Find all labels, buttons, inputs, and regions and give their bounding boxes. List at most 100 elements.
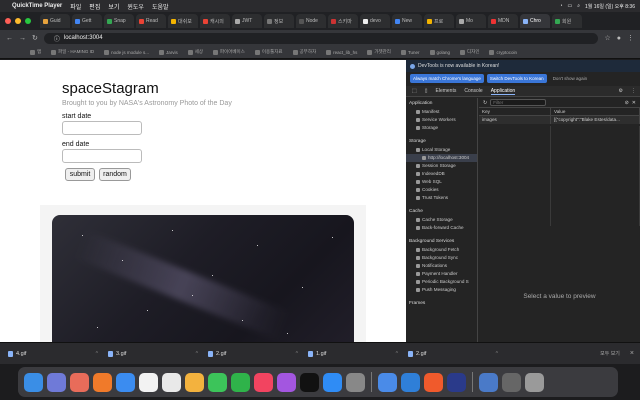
browser-tab[interactable]: 정보 [264, 14, 294, 28]
download-item[interactable]: 2.gif ^ [208, 347, 304, 361]
tv-icon[interactable] [300, 372, 319, 392]
bookmark-item[interactable]: cryptocoin [489, 49, 517, 55]
delete-icon[interactable]: ✕ [632, 100, 636, 106]
close-window-button[interactable] [5, 18, 11, 24]
menu-window[interactable]: 윈도우 [127, 2, 144, 11]
filter-input[interactable]: Filter [490, 99, 547, 106]
bookmark-item[interactable]: Jarvis [158, 49, 178, 55]
browser-tab-active[interactable]: Chro [520, 14, 550, 28]
bookmark-item[interactable]: 세상 [187, 49, 203, 55]
bookmark-item[interactable]: 공부하자 [292, 49, 316, 55]
podcasts-icon[interactable] [277, 372, 296, 392]
show-all-downloads[interactable]: 모두 보기 [600, 350, 620, 357]
sidebar-item-push-messaging[interactable]: Push Messaging [406, 286, 477, 294]
system-preferences-icon[interactable] [346, 372, 365, 392]
chevron-up-icon[interactable]: ^ [196, 351, 198, 357]
sidebar-item-notifications[interactable]: Notifications [406, 262, 477, 270]
switch-korean-button[interactable]: Switch DevTools to Korean [486, 74, 547, 83]
bookmark-item[interactable]: 앱 [30, 49, 41, 55]
sidebar-item-session-storage[interactable]: Session Storage [406, 162, 477, 170]
minimize-window-button[interactable] [15, 18, 21, 24]
firefox-icon[interactable] [93, 372, 112, 392]
browser-tab[interactable]: Guid [40, 14, 70, 28]
vscode-icon[interactable] [401, 372, 420, 392]
postman-icon[interactable] [424, 372, 443, 392]
sidebar-item-storage[interactable]: Storage [406, 124, 477, 132]
mail-icon[interactable] [116, 372, 135, 392]
search-icon[interactable]: ⌕ [577, 3, 580, 9]
clear-icon[interactable]: ⊘ [625, 100, 629, 106]
zoom-window-button[interactable] [25, 18, 31, 24]
download-item[interactable]: 2.gif ^ [408, 347, 504, 361]
column-value[interactable]: Value [551, 108, 640, 115]
sidebar-item-periodic-sync[interactable]: Periodic Background S [406, 278, 477, 286]
menu-help[interactable]: 도움말 [152, 2, 169, 11]
bookmark-item[interactable]: Tuner [400, 49, 420, 55]
download-item[interactable]: 3.gif ^ [108, 347, 204, 361]
browser-tab[interactable]: Gett [72, 14, 102, 28]
back-icon[interactable]: ← [6, 35, 13, 42]
siri-icon[interactable] [47, 372, 66, 392]
apod-image[interactable] [52, 215, 354, 342]
sidebar-item-manifest[interactable]: Manifest [406, 108, 477, 116]
chevron-up-icon[interactable]: ^ [396, 351, 398, 357]
browser-tab[interactable]: 회원 [552, 14, 582, 28]
sidebar-item-indexeddb[interactable]: IndexedDB [406, 170, 477, 178]
bookmark-item[interactable]: 이용툴자료 [254, 49, 283, 55]
random-button[interactable]: random [99, 168, 131, 181]
facetime-icon[interactable] [231, 372, 250, 392]
info-icon[interactable]: ⓘ [54, 34, 60, 43]
url-field[interactable]: ⓘ localhost:3004 [43, 32, 599, 44]
app-name[interactable]: QuickTime Player [12, 3, 62, 9]
wifi-icon[interactable]: ◔ [559, 3, 562, 9]
bookmark-item[interactable]: react_lib_hs [326, 49, 357, 55]
bookmark-item[interactable]: 파일 - HAMING ID [51, 49, 94, 55]
bookmark-item[interactable]: 가젯관리 [367, 49, 391, 55]
quicktime-icon[interactable] [447, 372, 466, 392]
more-icon[interactable]: ⋮ [627, 34, 634, 42]
column-key[interactable]: Key [479, 108, 551, 115]
browser-tab[interactable]: 대쉬보 [168, 14, 198, 28]
downloads-stack-icon[interactable] [502, 372, 521, 392]
table-row[interactable]: images [{"copyright":"Blake Estes/data..… [479, 116, 640, 124]
tab-application[interactable]: Application [490, 88, 516, 95]
finder-icon[interactable] [24, 372, 43, 392]
match-language-button[interactable]: Always match Chrome's language [410, 74, 484, 83]
sidebar-item-service-workers[interactable]: Service Workers [406, 116, 477, 124]
sidebar-item-websql[interactable]: Web SQL [406, 178, 477, 186]
sidebar-item-background-fetch[interactable]: Background Fetch [406, 246, 477, 254]
browser-tab[interactable]: 캐시의 [200, 14, 230, 28]
download-item[interactable]: 4.gif ^ [8, 347, 104, 361]
launchpad-icon[interactable] [70, 372, 89, 392]
browser-tab[interactable]: devo [360, 14, 390, 28]
browser-tab[interactable]: Read [136, 14, 166, 28]
forward-icon[interactable]: → [19, 35, 26, 42]
sidebar-item-payment-handler[interactable]: Payment Handler [406, 270, 477, 278]
bookmark-item[interactable]: 파이어베이스 [213, 49, 245, 55]
bookmark-item[interactable]: 디자인 [460, 49, 479, 55]
reload-icon[interactable]: ↻ [32, 34, 38, 42]
photos-icon[interactable] [185, 372, 204, 392]
browser-tab[interactable]: Snap [104, 14, 134, 28]
sidebar-item-background-sync[interactable]: Background Sync [406, 254, 477, 262]
more-icon[interactable]: ⋮ [631, 88, 636, 94]
browser-tab[interactable]: 스키마 [328, 14, 358, 28]
start-date-input[interactable] [62, 121, 142, 135]
chevron-up-icon[interactable]: ^ [96, 351, 98, 357]
browser-tab[interactable]: JWT [232, 14, 262, 28]
star-icon[interactable]: ☆ [604, 34, 610, 42]
browser-tab[interactable]: 프로 [424, 14, 454, 28]
sidebar-item-local-storage[interactable]: Local Storage [406, 146, 477, 154]
dont-show-button[interactable]: Don't show again [550, 74, 590, 83]
sidebar-item-cache-storage[interactable]: Cache Storage [406, 216, 477, 224]
menu-view[interactable]: 보기 [108, 2, 119, 11]
menu-edit[interactable]: 편집 [89, 2, 100, 11]
notes-icon[interactable] [162, 372, 181, 392]
download-item[interactable]: 1.gif ^ [308, 347, 404, 361]
submit-button[interactable]: submit [65, 168, 95, 181]
preview-icon[interactable] [479, 372, 498, 392]
clock[interactable]: 1월 16일 (일) 오후 8:36 [585, 3, 635, 10]
trash-icon[interactable] [525, 372, 544, 392]
tab-console[interactable]: Console [464, 88, 482, 94]
sidebar-item-bfcache[interactable]: Back-forward Cache [406, 224, 477, 232]
